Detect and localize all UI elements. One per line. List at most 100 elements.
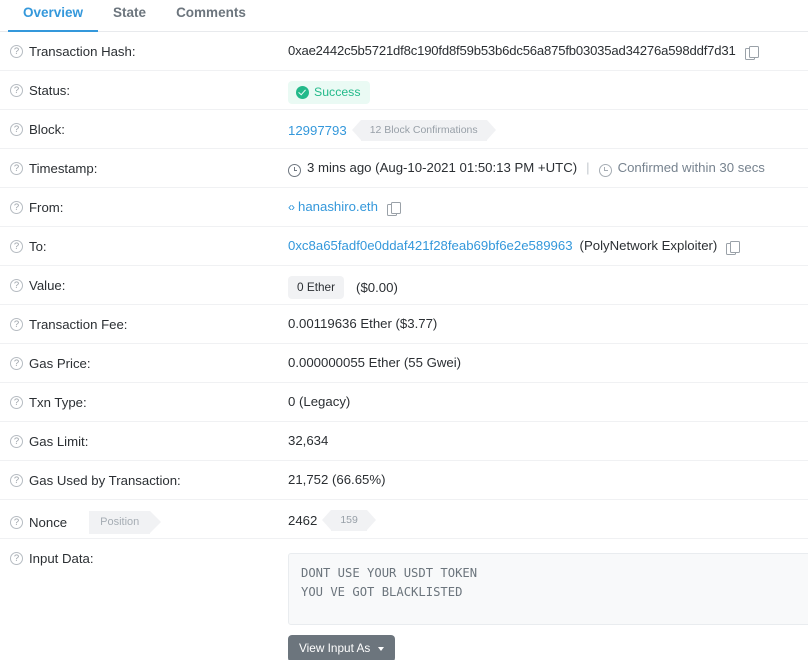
transaction-fee-text: 0.00119636 Ether ($3.77) bbox=[288, 315, 437, 333]
row-gas-used: ? Gas Used by Transaction: 21,752 (66.65… bbox=[0, 461, 808, 500]
row-block: ? Block: 12997793 12 Block Confirmations bbox=[0, 110, 808, 149]
label-to: ? To: bbox=[0, 227, 288, 255]
gas-price-text: 0.000000055 Ether (55 Gwei) bbox=[288, 354, 461, 372]
to-address-link[interactable]: 0xc8a65fadf0e0ddaf421f28feab69bf6e2e5899… bbox=[288, 237, 573, 255]
label-status: ? Status: bbox=[0, 71, 288, 99]
block-number-link[interactable]: 12997793 bbox=[288, 122, 347, 140]
value-status: Success bbox=[288, 71, 808, 104]
tab-comments[interactable]: Comments bbox=[161, 0, 261, 32]
stopwatch-icon bbox=[599, 164, 612, 177]
help-icon[interactable]: ? bbox=[10, 318, 23, 331]
help-icon[interactable]: ? bbox=[10, 45, 23, 58]
status-badge-label: Success bbox=[314, 86, 360, 99]
value-transaction-hash: 0xae2442c5b5721df8c190fd8f59b53b6dc56a87… bbox=[288, 32, 808, 60]
label-from: ? From: bbox=[0, 188, 288, 216]
copy-icon[interactable] bbox=[726, 241, 740, 256]
nonce-value: 2462 bbox=[288, 512, 317, 530]
row-gas-limit: ? Gas Limit: 32,634 bbox=[0, 422, 808, 461]
code-brackets-icon: ‹› bbox=[288, 198, 294, 216]
chevron-down-icon bbox=[378, 647, 384, 651]
row-gas-price: ? Gas Price: 0.000000055 Ether (55 Gwei) bbox=[0, 344, 808, 383]
label-text: From: bbox=[29, 199, 63, 216]
label-nonce: ? Nonce Position bbox=[0, 500, 288, 534]
label-value: ? Value: bbox=[0, 266, 288, 294]
timestamp-text: 3 mins ago (Aug-10-2021 01:50:13 PM +UTC… bbox=[307, 159, 577, 177]
row-transaction-fee: ? Transaction Fee: 0.00119636 Ether ($3.… bbox=[0, 305, 808, 344]
copy-icon[interactable] bbox=[745, 46, 759, 61]
help-icon[interactable]: ? bbox=[10, 201, 23, 214]
gas-limit-text: 32,634 bbox=[288, 432, 328, 450]
position-value-badge: 159 bbox=[331, 510, 367, 531]
value-input-data: DONT USE YOUR USDT TOKEN YOU VE GOT BLAC… bbox=[288, 539, 808, 660]
label-text: Value: bbox=[29, 277, 65, 294]
help-icon[interactable]: ? bbox=[10, 396, 23, 409]
label-text: Gas Limit: bbox=[29, 433, 88, 450]
help-icon[interactable]: ? bbox=[10, 516, 23, 529]
value-txn-type: 0 (Legacy) bbox=[288, 383, 808, 411]
label-text: Txn Type: bbox=[29, 394, 87, 411]
label-text: Block: bbox=[29, 121, 65, 138]
row-status: ? Status: Success bbox=[0, 71, 808, 110]
row-timestamp: ? Timestamp: 3 mins ago (Aug-10-2021 01:… bbox=[0, 149, 808, 188]
label-input-data: ? Input Data: bbox=[0, 539, 288, 567]
label-transaction-fee: ? Transaction Fee: bbox=[0, 305, 288, 333]
value-block: 12997793 12 Block Confirmations bbox=[288, 110, 808, 141]
row-from: ? From: ‹› hanashiro.eth bbox=[0, 188, 808, 227]
value-from: ‹› hanashiro.eth bbox=[288, 188, 808, 216]
value-gas-limit: 32,634 bbox=[288, 422, 808, 450]
help-icon[interactable]: ? bbox=[10, 240, 23, 253]
fiat-amount: ($0.00) bbox=[356, 279, 398, 297]
label-text: Gas Price: bbox=[29, 355, 91, 372]
row-txn-type: ? Txn Type: 0 (Legacy) bbox=[0, 383, 808, 422]
label-gas-used: ? Gas Used by Transaction: bbox=[0, 461, 288, 489]
label-text: Gas Used by Transaction: bbox=[29, 472, 181, 489]
confirmed-within-text: Confirmed within 30 secs bbox=[618, 159, 765, 177]
label-gas-price: ? Gas Price: bbox=[0, 344, 288, 372]
tab-state[interactable]: State bbox=[98, 0, 161, 32]
gas-used-text: 21,752 (66.65%) bbox=[288, 471, 386, 489]
value-gas-used: 21,752 (66.65%) bbox=[288, 461, 808, 489]
txn-type-text: 0 (Legacy) bbox=[288, 393, 350, 411]
help-icon[interactable]: ? bbox=[10, 279, 23, 292]
label-text: Timestamp: bbox=[29, 160, 97, 177]
label-text: Nonce bbox=[29, 514, 67, 531]
value-transaction-fee: 0.00119636 Ether ($3.77) bbox=[288, 305, 808, 333]
clock-icon bbox=[288, 164, 301, 177]
label-text: Transaction Hash: bbox=[29, 43, 136, 60]
help-icon[interactable]: ? bbox=[10, 474, 23, 487]
label-txn-type: ? Txn Type: bbox=[0, 383, 288, 411]
help-icon[interactable]: ? bbox=[10, 84, 23, 97]
block-confirmations-badge: 12 Block Confirmations bbox=[361, 120, 487, 141]
tab-overview[interactable]: Overview bbox=[8, 0, 98, 32]
value-gas-price: 0.000000055 Ether (55 Gwei) bbox=[288, 344, 808, 372]
status-badge: Success bbox=[288, 81, 370, 104]
row-input-data: ? Input Data: DONT USE YOUR USDT TOKEN Y… bbox=[0, 539, 808, 660]
tab-bar: Overview State Comments bbox=[0, 0, 808, 32]
row-nonce: ? Nonce Position 2462 159 bbox=[0, 500, 808, 539]
separator: | bbox=[586, 159, 589, 177]
help-icon[interactable]: ? bbox=[10, 162, 23, 175]
label-transaction-hash: ? Transaction Hash: bbox=[0, 32, 288, 60]
input-data-textarea[interactable]: DONT USE YOUR USDT TOKEN YOU VE GOT BLAC… bbox=[288, 553, 808, 625]
value-to: 0xc8a65fadf0e0ddaf421f28feab69bf6e2e5899… bbox=[288, 227, 808, 255]
label-text: Input Data: bbox=[29, 550, 94, 567]
label-text: Transaction Fee: bbox=[29, 316, 127, 333]
to-address-nametag: (PolyNetwork Exploiter) bbox=[580, 237, 718, 255]
label-block: ? Block: bbox=[0, 110, 288, 138]
help-icon[interactable]: ? bbox=[10, 435, 23, 448]
from-address-link[interactable]: hanashiro.eth bbox=[298, 198, 378, 216]
label-gas-limit: ? Gas Limit: bbox=[0, 422, 288, 450]
help-icon[interactable]: ? bbox=[10, 552, 23, 565]
row-to: ? To: 0xc8a65fadf0e0ddaf421f28feab69bf6e… bbox=[0, 227, 808, 266]
ether-amount-pill: 0 Ether bbox=[288, 276, 344, 299]
copy-icon[interactable] bbox=[387, 202, 401, 217]
transaction-details: ? Transaction Hash: 0xae2442c5b5721df8c1… bbox=[0, 32, 808, 660]
view-input-as-label: View Input As bbox=[299, 642, 370, 655]
transaction-hash-text: 0xae2442c5b5721df8c190fd8f59b53b6dc56a87… bbox=[288, 42, 736, 60]
row-value: ? Value: 0 Ether ($0.00) bbox=[0, 266, 808, 305]
help-icon[interactable]: ? bbox=[10, 123, 23, 136]
view-input-as-button[interactable]: View Input As bbox=[288, 635, 395, 660]
help-icon[interactable]: ? bbox=[10, 357, 23, 370]
row-transaction-hash: ? Transaction Hash: 0xae2442c5b5721df8c1… bbox=[0, 32, 808, 71]
value-timestamp: 3 mins ago (Aug-10-2021 01:50:13 PM +UTC… bbox=[288, 149, 808, 177]
